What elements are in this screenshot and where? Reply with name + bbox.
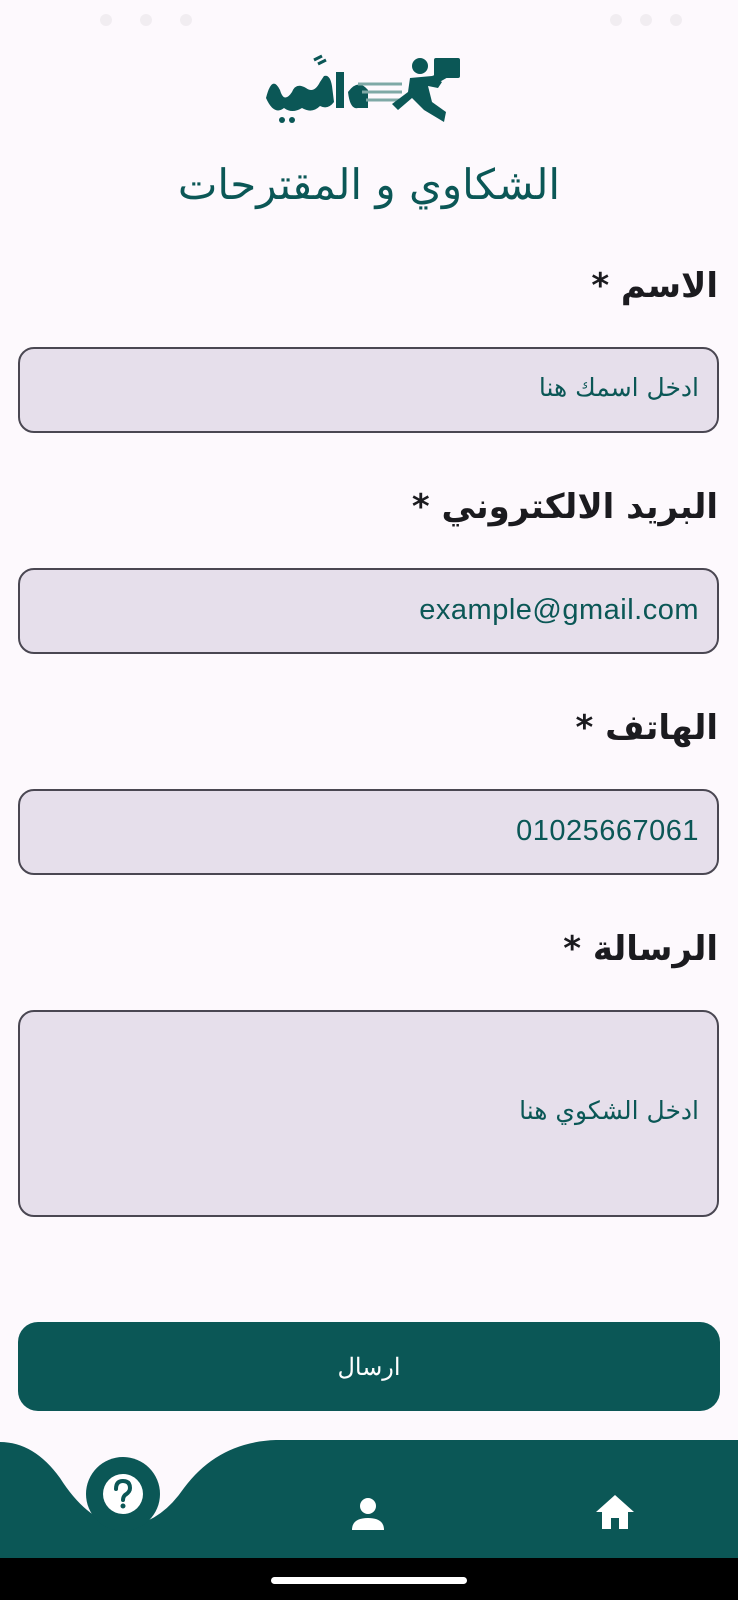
status-icon	[640, 14, 652, 26]
home-indicator[interactable]	[271, 1577, 467, 1584]
app-logo	[262, 52, 472, 132]
phone-value: 01025667061	[516, 815, 699, 847]
status-bar	[0, 0, 738, 40]
message-label: الرسالة *	[563, 929, 718, 969]
message-placeholder: ادخل الشكوي هنا	[519, 1096, 699, 1125]
person-icon	[352, 1498, 384, 1530]
page-title: الشكاوي و المقترحات	[177, 160, 561, 209]
phone-label: الهاتف *	[575, 708, 718, 748]
nav-home-button[interactable]	[594, 1493, 636, 1535]
name-label: الاسم *	[591, 266, 718, 306]
phone-input[interactable]: 01025667061	[18, 789, 719, 875]
help-icon	[103, 1474, 143, 1514]
status-icon	[140, 14, 152, 26]
status-icon	[100, 14, 112, 26]
status-icon	[180, 14, 192, 26]
email-value: example@gmail.com	[419, 594, 699, 626]
name-placeholder: ادخل اسمك هنا	[538, 373, 699, 402]
submit-button[interactable]: ارسال	[18, 1322, 720, 1411]
delivery-logo-icon	[266, 54, 460, 123]
email-input[interactable]: example@gmail.com	[18, 568, 719, 654]
nav-help-button[interactable]	[86, 1457, 160, 1531]
status-icon	[610, 14, 622, 26]
email-label: البريد الالكتروني *	[411, 487, 718, 527]
status-icon	[670, 14, 682, 26]
home-icon	[596, 1495, 634, 1529]
nav-profile-button[interactable]	[348, 1494, 388, 1538]
name-input[interactable]: ادخل اسمك هنا	[18, 347, 719, 433]
message-textarea[interactable]: ادخل الشكوي هنا	[18, 1010, 719, 1217]
